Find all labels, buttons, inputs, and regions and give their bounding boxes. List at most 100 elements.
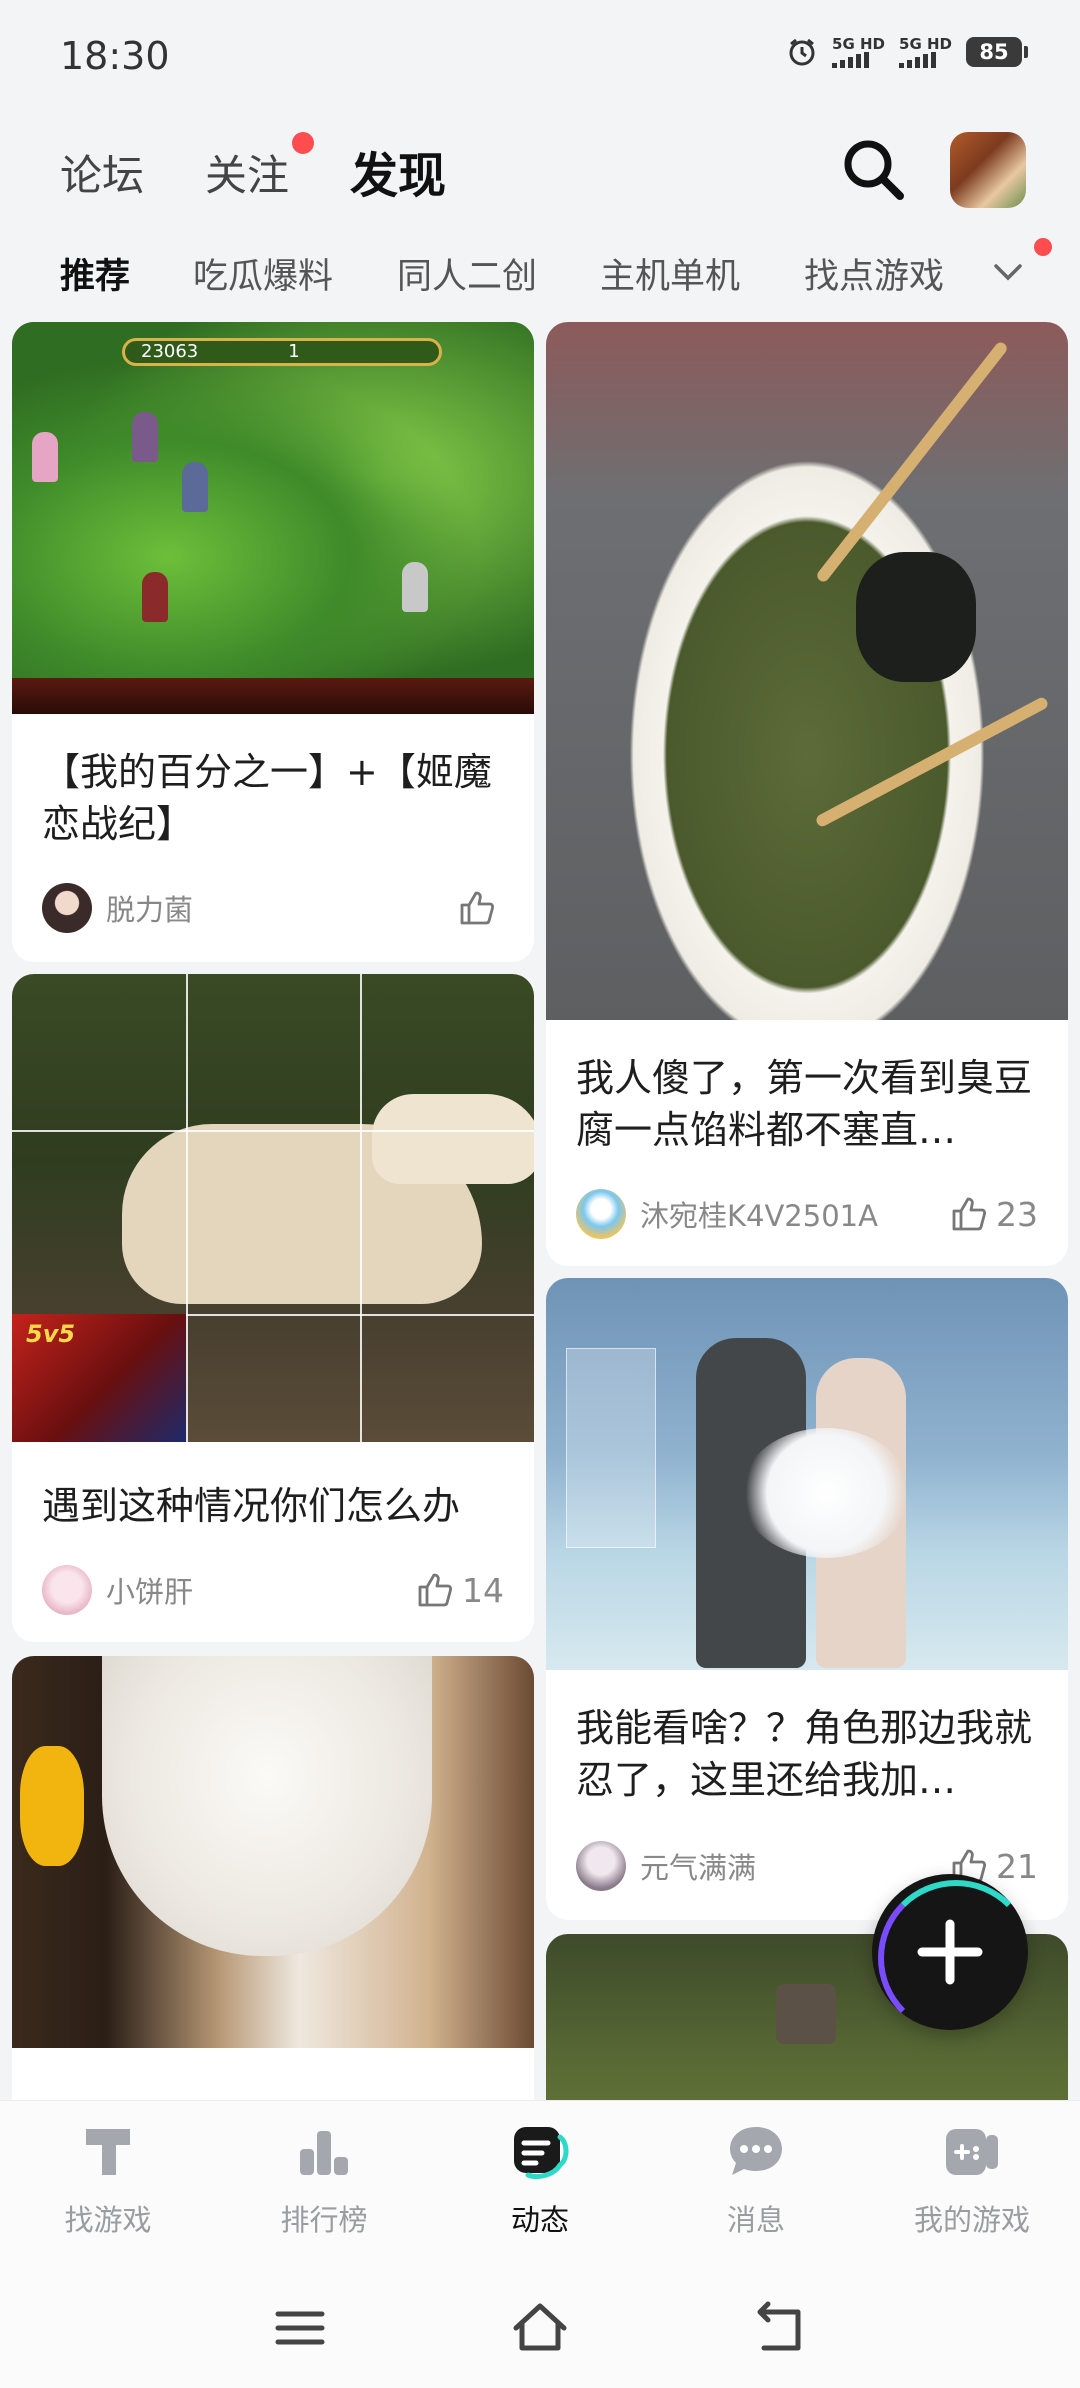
chevron-down-icon[interactable] <box>988 252 1028 292</box>
screen: 18:30 5G HD 5G HD 85 论坛 关注 发现 推荐 吃瓜爆料 同人… <box>0 0 1080 2388</box>
tofu-shape <box>856 552 976 682</box>
category-recommended[interactable]: 推荐 <box>60 248 130 299</box>
category-console-single[interactable]: 主机单机 <box>600 248 740 299</box>
sprite <box>402 562 428 612</box>
grid-line <box>12 1130 534 1132</box>
status-bar: 18:30 5G HD 5G HD 85 <box>0 0 1080 110</box>
author-avatar[interactable] <box>42 883 92 933</box>
post-image[interactable] <box>546 322 1068 1020</box>
dog-head-shape <box>372 1094 534 1184</box>
author-name[interactable]: 脱力菌 <box>106 887 456 929</box>
game-hud: 23063 1 <box>122 338 442 366</box>
nav-rankings[interactable]: 排行榜 <box>234 2119 414 2269</box>
game-badge-text: 5v5 <box>26 1320 76 1348</box>
find-games-icon <box>86 2129 130 2175</box>
stump-shape <box>776 1984 836 2044</box>
signal-2-label: 5G HD <box>899 35 952 53</box>
like-count: 21 <box>996 1846 1038 1886</box>
signal-bars-icon <box>899 52 937 68</box>
like-count: 14 <box>462 1570 504 1610</box>
post-card[interactable]: 我能看啥？？角色那边我就忍了，这里还给我加… 元气满满 21 <box>546 1278 1068 1920</box>
signal-1: 5G HD <box>832 36 885 68</box>
like-button[interactable]: 14 <box>414 1569 504 1611</box>
food-shape <box>20 1746 84 1866</box>
following-badge <box>292 132 314 154</box>
post-title[interactable]: 【我的百分之一】+【姬魔恋战纪】 <box>42 746 508 850</box>
tab-following[interactable]: 关注 <box>205 142 289 203</box>
post-image[interactable] <box>12 1656 534 2048</box>
menu-icon[interactable] <box>270 2298 330 2358</box>
user-avatar[interactable] <box>950 132 1026 208</box>
like-button[interactable]: 23 <box>948 1193 1038 1235</box>
search-icon[interactable] <box>834 130 914 210</box>
signal-2: 5G HD <box>899 36 952 68</box>
alarm-icon <box>789 38 815 66</box>
post-meta: 小饼肝 14 <box>42 1562 504 1618</box>
tab-forum[interactable]: 论坛 <box>60 142 144 203</box>
author-avatar[interactable] <box>42 1565 92 1615</box>
post-card[interactable]: 5v5 遇到这种情况你们怎么办 小饼肝 14 <box>12 974 534 1642</box>
post-image[interactable]: 5v5 <box>12 974 534 1442</box>
game-score: 23063 <box>141 341 199 362</box>
post-image[interactable] <box>546 1278 1068 1670</box>
author-name[interactable]: 沐宛桂K4V2501A <box>640 1193 948 1235</box>
rankings-icon <box>300 2131 348 2175</box>
category-find-games[interactable]: 找点游戏 <box>804 248 944 299</box>
nav-my-games[interactable]: 我的游戏 <box>882 2119 1062 2269</box>
game-bottom-bar <box>12 678 534 714</box>
grid-line <box>186 974 188 1442</box>
author-avatar[interactable] <box>576 1841 626 1891</box>
signal-1-label: 5G HD <box>832 35 886 53</box>
nav-messages[interactable]: 消息 <box>666 2119 846 2269</box>
feed: 23063 1 【我的百分之一】+【姬魔恋战纪】 脱力菌 5v5 遇到这种情况你… <box>0 322 1080 2100</box>
post-meta: 沐宛桂K4V2501A 23 <box>576 1186 1038 1242</box>
chopstick-shape <box>814 340 1010 584</box>
top-nav: 论坛 关注 发现 <box>0 120 1080 220</box>
nav-label: 找游戏 <box>64 2203 152 2237</box>
thumbs-up-icon <box>460 891 495 925</box>
status-time: 18:30 <box>60 34 170 78</box>
nav-label: 排行榜 <box>280 2203 368 2237</box>
post-card[interactable]: 我人傻了，第一次看到臭豆腐一点馅料都不塞直… 沐宛桂K4V2501A 23 <box>546 322 1068 1266</box>
author-name[interactable]: 元气满满 <box>640 1845 948 1887</box>
post-meta: 脱力菌 <box>42 880 504 936</box>
post-card[interactable] <box>12 1656 534 2100</box>
battery-indicator: 85 <box>966 37 1028 67</box>
thumbs-up-icon <box>952 1197 987 1231</box>
post-title[interactable]: 遇到这种情况你们怎么办 <box>42 1480 508 1532</box>
status-icons: 5G HD 5G HD 85 <box>786 36 1028 68</box>
sprite <box>132 412 158 462</box>
home-icon[interactable] <box>510 2298 570 2358</box>
tab-discover[interactable]: 发现 <box>343 136 453 206</box>
create-post-button[interactable] <box>872 1874 1034 2036</box>
thumbs-up-icon <box>418 1573 453 1607</box>
nav-feed[interactable]: 动态 <box>450 2119 630 2269</box>
nav-label: 我的游戏 <box>913 2203 1030 2237</box>
post-title[interactable]: 我能看啥？？角色那边我就忍了，这里还给我加… <box>576 1702 1042 1806</box>
category-more-badge <box>1034 238 1052 256</box>
sprite <box>182 462 208 512</box>
category-gossip[interactable]: 吃瓜爆料 <box>193 248 333 299</box>
game-badge-image: 5v5 <box>12 1314 186 1442</box>
post-image[interactable]: 23063 1 <box>12 322 534 714</box>
bowl-shape <box>102 1656 432 1956</box>
like-button[interactable] <box>456 887 504 929</box>
chopstick-shape <box>814 695 1050 829</box>
nav-label: 动态 <box>510 2203 569 2237</box>
post-card[interactable]: 23063 1 【我的百分之一】+【姬魔恋战纪】 脱力菌 <box>12 322 534 962</box>
signal-bars-icon <box>832 52 870 68</box>
nav-find-games[interactable]: 找游戏 <box>18 2119 198 2269</box>
battery-level: 85 <box>979 40 1009 64</box>
category-fan-creations[interactable]: 同人二创 <box>397 248 537 299</box>
back-icon[interactable] <box>750 2298 810 2358</box>
game-level: 1 <box>288 341 300 362</box>
author-avatar[interactable] <box>576 1189 626 1239</box>
post-title[interactable]: 我人傻了，第一次看到臭豆腐一点馅料都不塞直… <box>576 1052 1042 1156</box>
plus-icon <box>917 1919 983 1985</box>
sprite <box>142 572 168 622</box>
sprite <box>32 432 58 482</box>
cloud-shape <box>741 1428 911 1558</box>
author-name[interactable]: 小饼肝 <box>106 1569 414 1611</box>
feed-icon <box>514 2127 569 2180</box>
ui-panel-shape <box>566 1348 656 1548</box>
